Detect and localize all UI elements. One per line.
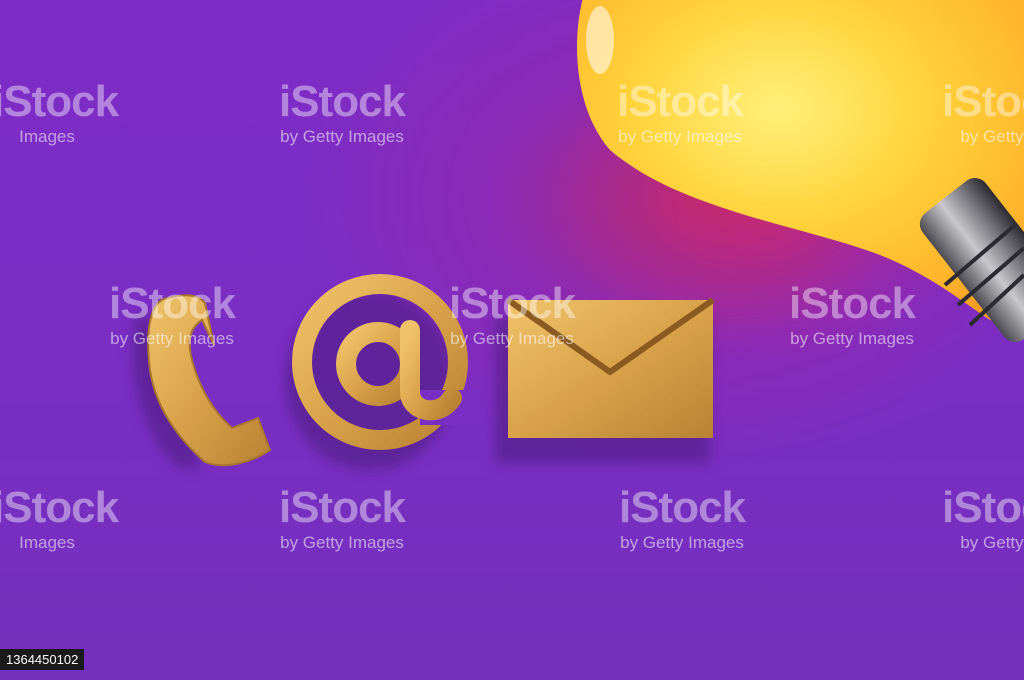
watermark-brand: iStock <box>0 77 119 126</box>
watermark-credit: by Getty Images <box>110 329 234 348</box>
watermark-credit: by Getty <box>960 533 1024 552</box>
watermark: iStock by Getty Images <box>602 483 762 552</box>
watermark-brand: iStock <box>618 483 746 532</box>
watermark-credit: Images <box>19 533 75 552</box>
watermark-credit: by Getty Images <box>280 533 404 552</box>
watermark-credit: by Getty Images <box>618 127 742 146</box>
watermark: iStock by Getty <box>942 77 1024 146</box>
watermark-brand: iStock <box>448 279 576 328</box>
watermark: iStock by Getty Images <box>432 279 592 348</box>
watermark: iStock Images <box>0 77 119 146</box>
watermark: iStock by Getty Images <box>262 77 422 146</box>
watermark-brand: iStock <box>942 483 1024 532</box>
asset-id-badge: 1364450102 <box>0 649 85 670</box>
watermark: iStock by Getty Images <box>92 279 252 348</box>
watermark-credit: by Getty Images <box>620 533 744 552</box>
watermark: iStock by Getty Images <box>600 77 760 146</box>
watermark-brand: iStock <box>108 279 236 328</box>
watermark-brand: iStock <box>616 77 744 126</box>
watermark-credit: by Getty Images <box>450 329 574 348</box>
watermark-credit: by Getty Images <box>790 329 914 348</box>
stock-photo: iStock Images iStock by Getty Images iSt… <box>0 0 1024 680</box>
watermark-brand: iStock <box>0 483 119 532</box>
watermark: iStock by Getty <box>942 483 1024 552</box>
watermark-brand: iStock <box>942 77 1024 126</box>
watermark-brand: iStock <box>278 483 406 532</box>
watermark-brand: iStock <box>788 279 916 328</box>
watermark: iStock by Getty Images <box>262 483 422 552</box>
watermark: iStock by Getty Images <box>772 279 932 348</box>
watermark-credit: Images <box>19 127 75 146</box>
watermark-credit: by Getty Images <box>280 127 404 146</box>
watermark-brand: iStock <box>278 77 406 126</box>
watermark: iStock Images <box>0 483 119 552</box>
watermark-credit: by Getty <box>960 127 1024 146</box>
